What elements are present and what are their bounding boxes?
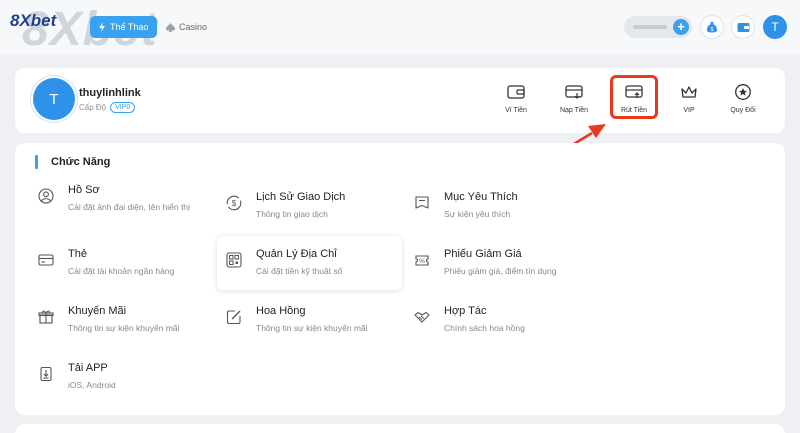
gift-icon [38,309,54,325]
svg-text:$: $ [232,199,237,208]
functions-card: Chức Năng Hồ Sơ Cài đặt ảnh đại diện, tê… [15,143,785,415]
user-icon [38,188,54,204]
menu-item-title: Hợp Tác [444,305,487,317]
section-title: Chức Năng [51,156,111,168]
edit-icon [226,309,242,325]
menu-item-title: Tải APP [68,362,108,374]
menu-item-desc: Thông tin giao dịch [256,209,328,219]
menu-item-title: Hồ Sơ [68,184,100,196]
menu-item-address-management[interactable]: Quản Lý Địa Chỉ Cài đặt tiền kỹ thuật số [226,248,411,282]
qr-icon [226,252,242,268]
menu-item-desc: Sự kiện yêu thích [444,209,511,219]
menu-item-title: Lịch Sử Giao Dịch [256,191,346,203]
svg-text:%: % [419,258,425,265]
menu-item-desc: Cài đặt ảnh đại diện, tên hiển thị [68,202,190,212]
menu-item-title: Khuyến Mãi [68,305,127,317]
menu-item-download-app[interactable]: Tải APP iOS, Android [38,362,223,396]
next-section-card [15,424,785,433]
menu-item-title: Thẻ [68,248,87,260]
bookmark-icon [414,195,430,211]
section-accent [35,155,38,169]
download-icon [38,366,54,382]
coupon-icon: % [414,252,430,268]
menu-item-card[interactable]: Thẻ Cài đặt tài khoản ngân hàng [38,248,223,282]
menu-item-profile[interactable]: Hồ Sơ Cài đặt ảnh đại diện, tên hiển thị [38,184,223,230]
menu-item-promotions[interactable]: Khuyến Mãi Thông tin sự kiện khuyến mãi [38,305,223,339]
menu-item-title: Phiếu Giảm Giá [444,248,522,260]
dollar-cycle-icon: $ [226,195,242,211]
menu-item-transaction-history[interactable]: $ Lịch Sử Giao Dịch Thông tin giao dịch [226,191,411,225]
menu-item-desc: Cài đặt tiền kỹ thuật số [256,266,343,276]
menu-item-title: Mục Yêu Thích [444,191,518,203]
menu-item-favorites[interactable]: Mục Yêu Thích Sự kiện yêu thích [414,191,599,225]
card-icon [38,252,54,268]
menu-item-coupon[interactable]: % Phiếu Giảm Giá Phiếu giảm giá, điểm tí… [414,248,599,282]
menu-item-title: Quản Lý Địa Chỉ [256,248,337,260]
menu-item-title: Hoa Hồng [256,305,306,317]
menu-item-desc: Phiếu giảm giá, điểm tín dụng [444,266,557,276]
menu-item-commission[interactable]: Hoa Hồng Thông tin sự kiện khuyến mãi [226,305,411,339]
handshake-icon [414,309,430,325]
menu-item-desc: Thông tin sự kiện khuyến mãi [256,323,368,333]
menu-item-desc: Thông tin sự kiện khuyến mãi [68,323,180,333]
menu-item-desc: Cài đặt tài khoản ngân hàng [68,266,175,276]
menu-item-partnership[interactable]: Hợp Tác Chính sách hoa hồng [414,305,599,339]
menu-item-desc: Chính sách hoa hồng [444,323,525,333]
menu-item-desc: iOS, Android [68,380,116,390]
